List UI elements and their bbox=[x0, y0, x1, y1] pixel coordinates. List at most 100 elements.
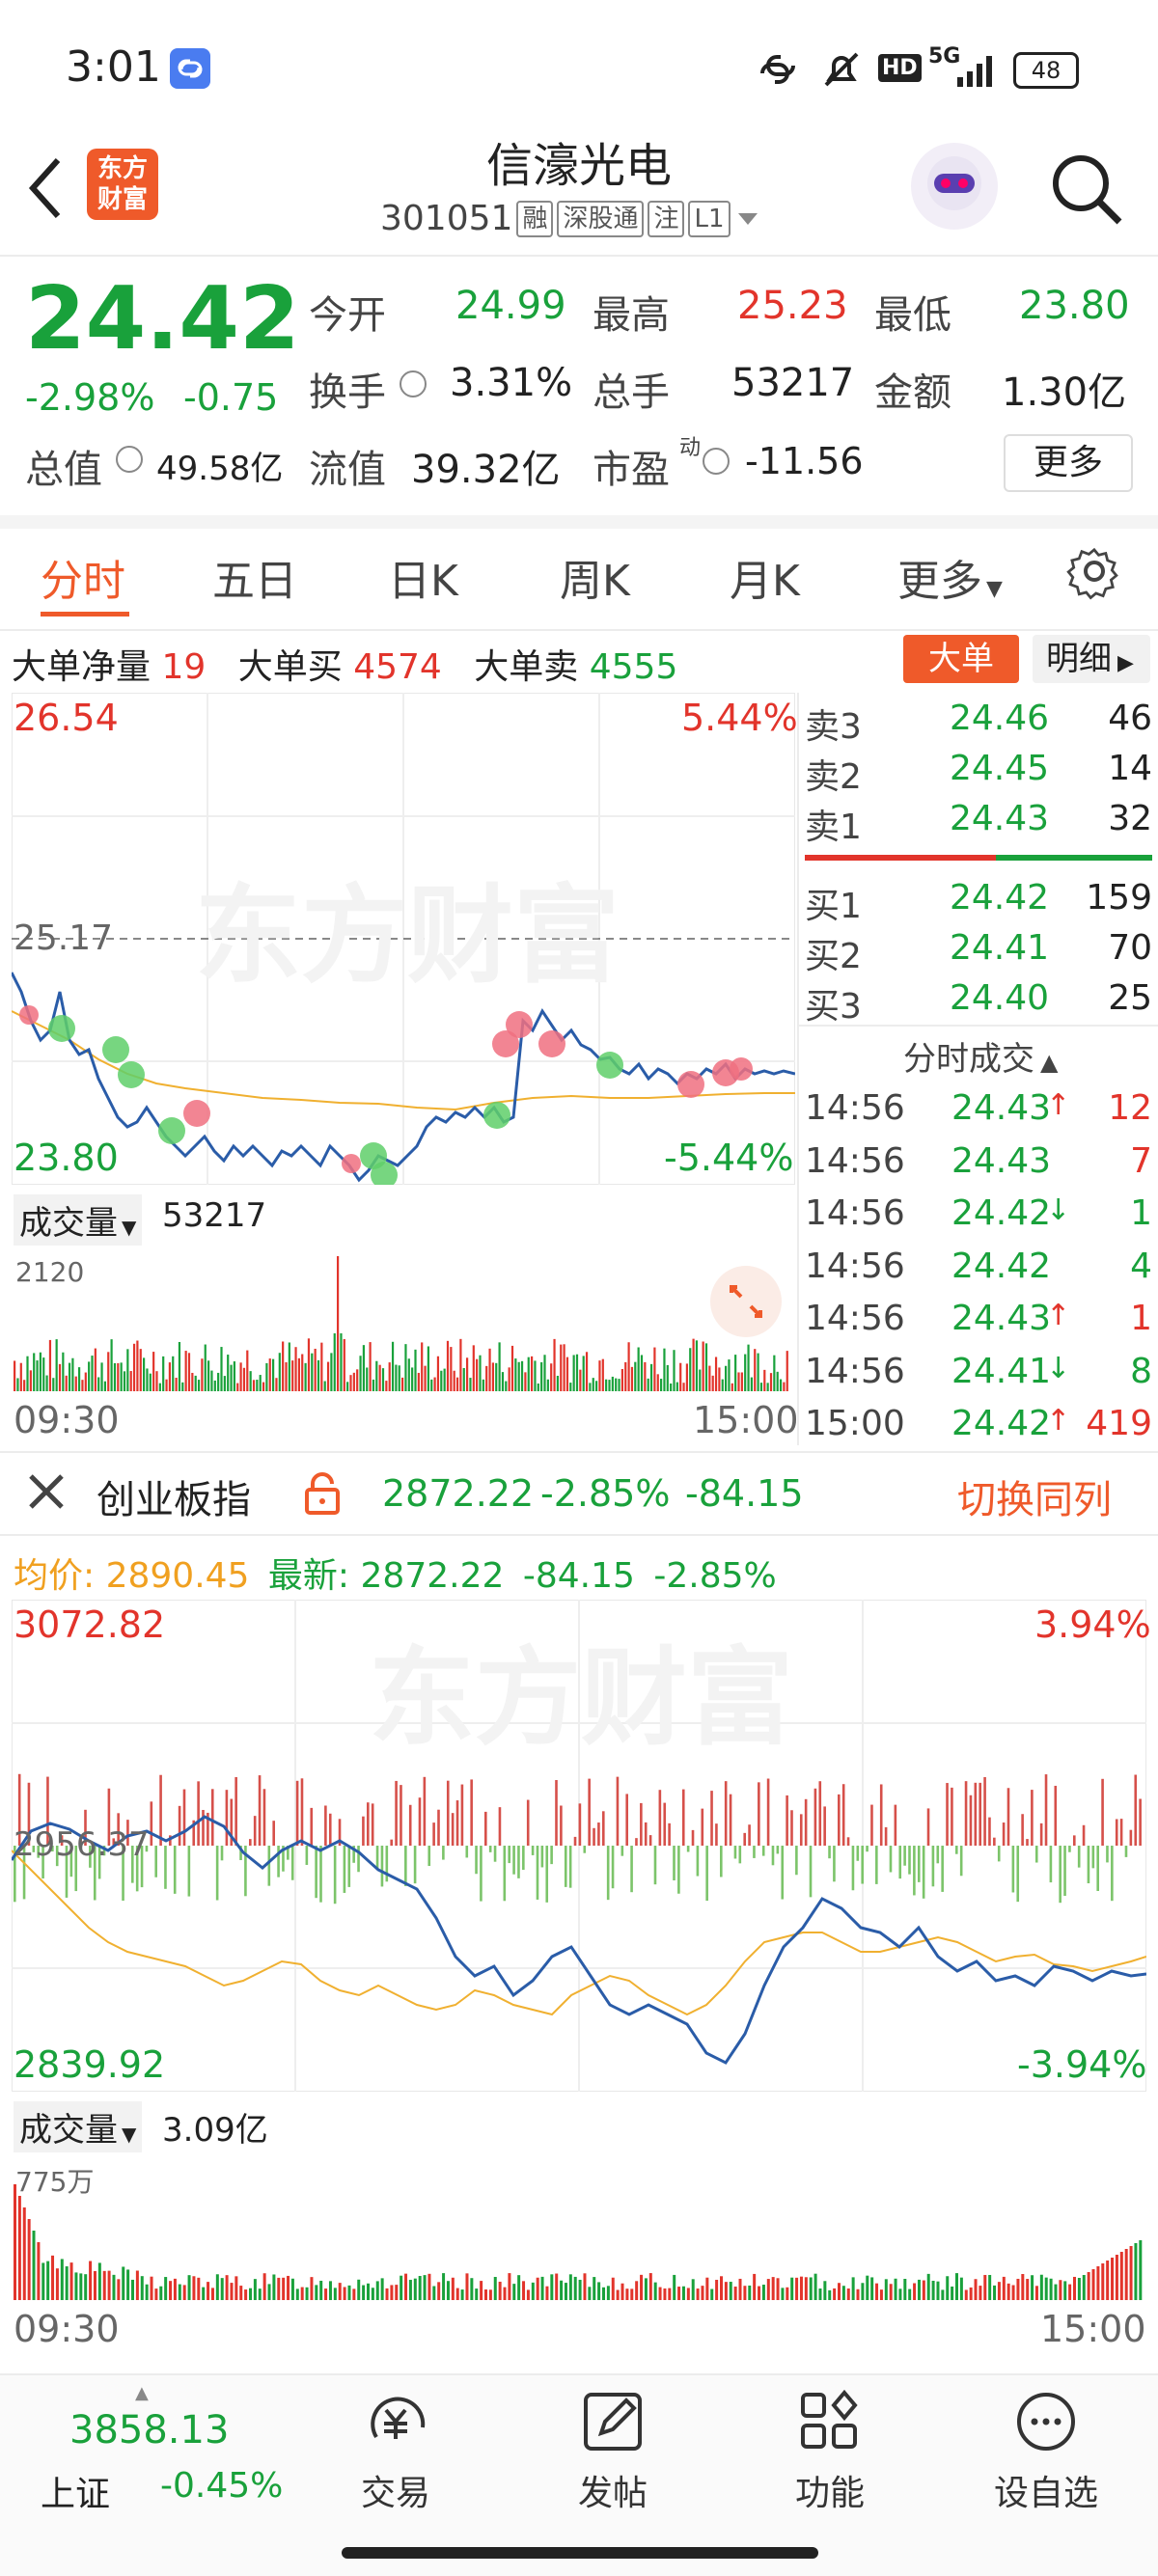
index-intraday-chart[interactable]: 东方财富 bbox=[10, 1599, 1147, 2093]
volume-bar bbox=[352, 1372, 355, 1391]
index-breadth-bar bbox=[427, 1846, 431, 1867]
big-order-button[interactable]: 大单 bbox=[903, 635, 1019, 683]
volume-selector[interactable]: 成交量 ▼ bbox=[14, 1194, 143, 1246]
volume-bar bbox=[750, 1377, 753, 1391]
info-icon[interactable] bbox=[116, 446, 143, 473]
volume-bar bbox=[786, 1351, 788, 1391]
tab-intraday[interactable]: 分时 bbox=[41, 546, 125, 608]
big-buy-markers bbox=[19, 1005, 753, 1173]
nav-functions[interactable]: 功能 bbox=[772, 2389, 888, 2515]
volume-bar bbox=[356, 1369, 359, 1391]
volume-bar bbox=[514, 1358, 517, 1391]
volume-bar bbox=[207, 1360, 210, 1391]
volume-bar bbox=[670, 1383, 673, 1391]
bid-row[interactable]: 买3 24.40 25 bbox=[805, 978, 1152, 1027]
ask-row[interactable]: 卖2 24.45 14 bbox=[805, 749, 1152, 797]
index-volume-bar bbox=[150, 2276, 153, 2300]
volume-bar bbox=[546, 1379, 549, 1391]
index-breadth-bar bbox=[442, 1846, 445, 1860]
index-breadth-bar bbox=[573, 1836, 577, 1846]
caret-down-icon[interactable] bbox=[736, 209, 759, 229]
index-volume-bar bbox=[616, 2289, 620, 2300]
index-breadth-bar bbox=[583, 1846, 587, 1853]
nav-trade-label: 交易 bbox=[360, 2474, 430, 2513]
index-breadth-bar bbox=[964, 1781, 968, 1846]
volume-bar bbox=[540, 1361, 543, 1391]
index-volume-bar bbox=[969, 2287, 973, 2300]
index-volume-bar bbox=[1106, 2261, 1110, 2300]
tick-price: 24.41 bbox=[951, 1351, 1052, 1391]
volume-bar bbox=[565, 1357, 569, 1391]
chevron-left-icon[interactable] bbox=[23, 154, 66, 226]
turnover-info-icon[interactable] bbox=[400, 370, 427, 397]
index-volume-bar bbox=[753, 2273, 757, 2300]
tick-time: 14:56 bbox=[805, 1193, 905, 1233]
lock-icon[interactable] bbox=[301, 1470, 344, 1521]
index-volume-bar bbox=[959, 2277, 963, 2300]
index-breadth-bar bbox=[813, 1788, 817, 1846]
detail-button[interactable]: 明细 ▶ bbox=[1033, 635, 1150, 683]
switch-column-button[interactable]: 切换同列 bbox=[957, 1468, 1112, 1524]
index-volume-bar bbox=[1063, 2281, 1067, 2300]
index-volume-bar bbox=[418, 2275, 422, 2300]
volume-bar bbox=[453, 1370, 455, 1391]
ticks-title[interactable]: 分时成交 ▲ bbox=[903, 1032, 1058, 1080]
index-breadth-bar bbox=[668, 1822, 671, 1846]
close-icon[interactable] bbox=[25, 1470, 68, 1517]
expand-icon[interactable] bbox=[710, 1266, 782, 1337]
tab-five-day[interactable]: 五日 bbox=[212, 546, 297, 608]
volume-bar bbox=[58, 1363, 62, 1391]
app-notification-icon bbox=[170, 48, 210, 89]
volume-bar bbox=[498, 1342, 501, 1391]
gear-icon[interactable] bbox=[1065, 542, 1123, 604]
index-volume-bar bbox=[84, 2274, 88, 2300]
volume-bar bbox=[165, 1379, 168, 1391]
home-indicator[interactable] bbox=[342, 2547, 818, 2559]
tick-price: 24.42 bbox=[951, 1404, 1052, 1443]
index-volume-bar bbox=[715, 2280, 719, 2300]
more-quote-button[interactable]: 更多 bbox=[1004, 434, 1133, 492]
index-pct: -2.85% bbox=[540, 1472, 671, 1515]
tab-weekly-k[interactable]: 周K bbox=[560, 546, 630, 608]
volume-bar bbox=[469, 1378, 472, 1391]
nav-post[interactable]: 发帖 bbox=[555, 2389, 671, 2515]
index-breadth-bar bbox=[681, 1789, 685, 1846]
index-breadth-bar bbox=[588, 1778, 591, 1846]
nav-add-watchlist[interactable]: 设自选 bbox=[979, 2389, 1114, 2515]
index-volume-selector[interactable]: 成交量 ▼ bbox=[14, 2101, 143, 2152]
index-breadth-bar bbox=[898, 1846, 902, 1879]
index-volume-bar bbox=[833, 2288, 837, 2300]
index-volume-bar bbox=[343, 2287, 346, 2300]
tick-row: 14:56 24.43 ↑ 12 bbox=[805, 1088, 1152, 1140]
app-logo[interactable]: 东方 财富 bbox=[87, 149, 158, 220]
tab-daily-k[interactable]: 日K bbox=[388, 546, 458, 608]
pe-info-icon[interactable] bbox=[703, 448, 730, 475]
volume-bar bbox=[120, 1362, 123, 1391]
index-volume-bar bbox=[451, 2277, 455, 2300]
robot-avatar-icon[interactable] bbox=[911, 143, 998, 230]
volume-bar bbox=[575, 1354, 579, 1391]
index-volume-bar bbox=[1039, 2274, 1043, 2300]
search-icon[interactable] bbox=[1048, 151, 1125, 232]
volume-bar bbox=[766, 1383, 769, 1391]
volume-bar bbox=[615, 1378, 618, 1391]
index-volume-bar bbox=[1124, 2249, 1128, 2300]
volume-bar bbox=[42, 1357, 45, 1391]
tab-monthly-k[interactable]: 月K bbox=[730, 546, 800, 608]
bid-row[interactable]: 买2 24.41 70 bbox=[805, 928, 1152, 976]
index-breadth-bar bbox=[640, 1802, 643, 1846]
index-volume-bar bbox=[37, 2242, 41, 2300]
sh-index-value[interactable]: 3858.13 bbox=[69, 2408, 229, 2453]
intraday-price-chart[interactable]: 东方财富 bbox=[10, 692, 796, 1189]
bid-row[interactable]: 买1 24.42 159 bbox=[805, 878, 1152, 926]
index-breadth-bar bbox=[385, 1846, 389, 1882]
ask-row[interactable]: 卖3 24.46 46 bbox=[805, 699, 1152, 747]
volume-bar bbox=[472, 1345, 475, 1391]
volume-bar bbox=[16, 1378, 19, 1391]
index-breadth-bar bbox=[673, 1846, 676, 1881]
ask-row[interactable]: 卖1 24.43 32 bbox=[805, 799, 1152, 847]
tab-more[interactable]: 更多 ▼ bbox=[897, 546, 1003, 608]
nav-trade[interactable]: 交易 bbox=[338, 2389, 454, 2515]
index-breadth-bar bbox=[790, 1810, 793, 1846]
volume-bar bbox=[314, 1348, 317, 1391]
